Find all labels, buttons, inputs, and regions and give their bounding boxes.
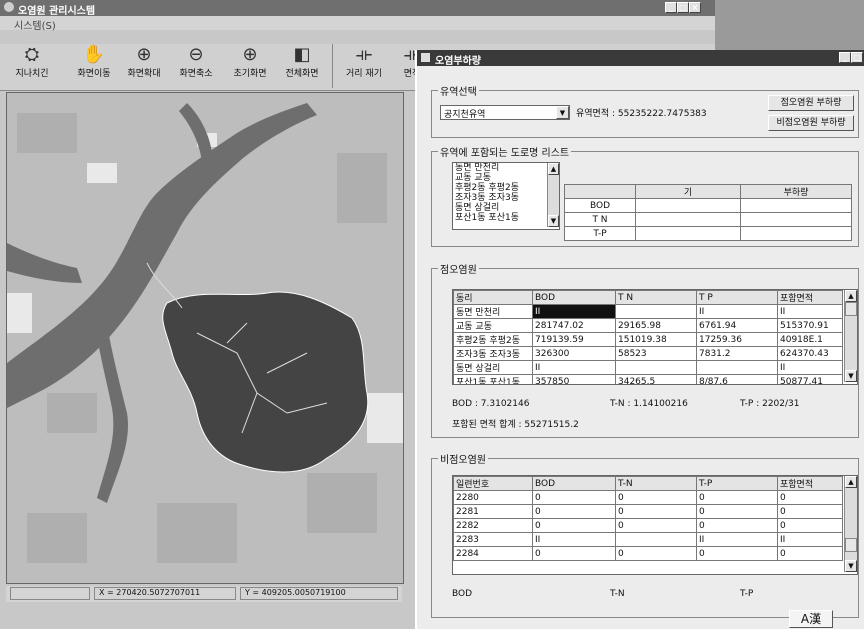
scroll-thumb[interactable] bbox=[845, 302, 857, 316]
hand-icon: ✋ bbox=[82, 44, 106, 65]
scroll-down-icon[interactable]: ▼ bbox=[845, 560, 857, 572]
nonpoint-tp: T-P bbox=[740, 589, 754, 599]
tool-initial-view[interactable]: ⊕ 초기화면 bbox=[226, 44, 274, 79]
table-row: BOD bbox=[564, 198, 852, 213]
nonpoint-grid-scrollbar[interactable]: ▲ ▼ bbox=[844, 476, 857, 572]
table-row[interactable]: 2282 0 0 0 0 bbox=[453, 518, 843, 533]
full-extent-icon: ◧ bbox=[293, 44, 311, 65]
main-title-bar: 오염원 관리시스템 _ □ × bbox=[0, 0, 715, 17]
status-y: Y = 409205.0050719100 bbox=[240, 587, 398, 600]
list-item[interactable]: 동면 상걸리 bbox=[453, 203, 559, 213]
dialog-title-bar: 오염부하량 _ □ bbox=[417, 50, 864, 67]
list-item[interactable]: 교동 교동 bbox=[453, 173, 559, 183]
point-sum-tn: T-N : 1.14100216 bbox=[610, 399, 688, 409]
main-title: 오염원 관리시스템 bbox=[18, 6, 96, 17]
scroll-up-icon[interactable]: ▲ bbox=[548, 163, 559, 175]
nonpoint-load-button[interactable]: 비점오염원 부하량 bbox=[768, 115, 854, 131]
nonpoint-source-group: 비점오염원 일련번호 BOD T-N T-P 포함면적 2280 0 0 0 0 228… bbox=[431, 451, 859, 618]
scroll-up-icon[interactable]: ▲ bbox=[845, 476, 857, 488]
ime-indicator[interactable]: A漢 bbox=[789, 610, 833, 628]
table-row[interactable]: 2283 II II II bbox=[453, 532, 843, 547]
tool-pan[interactable]: ✋ 화면이동 bbox=[70, 44, 118, 79]
tool-zoom-out[interactable]: ⊖ 화면축소 bbox=[172, 44, 220, 79]
point-load-button[interactable]: 점오염원 부하량 bbox=[768, 95, 854, 111]
map-canvas bbox=[7, 93, 403, 583]
toolbar-separator bbox=[332, 44, 333, 88]
chevron-down-icon[interactable]: ▼ bbox=[556, 106, 569, 119]
close-icon[interactable]: × bbox=[689, 2, 701, 13]
table-row[interactable]: 교동 교동 281747.02 29165.98 6761.94 515370.91 bbox=[453, 318, 843, 333]
tool-measure[interactable]: ⟛ 거리 재기 bbox=[340, 44, 388, 79]
minimize-icon[interactable]: _ bbox=[839, 52, 851, 63]
table-row[interactable]: 동면 상걸리 II II bbox=[453, 360, 843, 375]
list-item[interactable]: 조자3동 조자3동 bbox=[453, 193, 559, 203]
zoom-reset-icon: ⊕ bbox=[242, 44, 258, 65]
point-sum-bod: BOD : 7.3102146 bbox=[452, 399, 530, 409]
watershed-group: 유역선택 공지천유역 ▼ 유역면적 : 55235222.7475383 점오염… bbox=[431, 83, 859, 138]
maximize-icon[interactable]: □ bbox=[851, 52, 863, 63]
desktop-background bbox=[715, 0, 864, 50]
nonpoint-source-label: 비점오염원 bbox=[438, 451, 488, 466]
map-view[interactable] bbox=[6, 92, 404, 584]
table-row[interactable]: 동면 만천리 II II II bbox=[453, 304, 843, 319]
list-item[interactable]: 후평2동 후평2동 bbox=[453, 183, 559, 193]
point-source-group: 점오염원 동리 BOD T N T P 포함면적 동면 만천리 II II II 교동… bbox=[431, 261, 859, 438]
point-source-label: 점오염원 bbox=[438, 261, 479, 276]
point-grid-scrollbar[interactable]: ▲ ▼ bbox=[844, 290, 857, 382]
list-scrollbar[interactable]: ▲ ▼ bbox=[547, 163, 559, 227]
menu-system[interactable]: 시스템(S) bbox=[14, 17, 56, 32]
point-source-grid[interactable]: 동리 BOD T N T P 포함면적 동면 만천리 II II II 교동 교동 28… bbox=[452, 289, 858, 385]
window-controls: _ □ × bbox=[665, 2, 701, 13]
tool-zoom-in[interactable]: ⊕ 화면확대 bbox=[120, 44, 168, 79]
scroll-up-icon[interactable]: ▲ bbox=[845, 290, 857, 302]
pollution-load-dialog: 오염부하량 _ □ 유역선택 공지천유역 ▼ 유역면적 : 55235222.74… bbox=[415, 50, 864, 629]
table-row[interactable]: 2284 0 0 0 0 bbox=[453, 546, 843, 561]
district-group-label: 유역에 포함되는 도로명 리스트 bbox=[438, 144, 572, 159]
table-row[interactable]: 조자3동 조자3동 326300 58523 7831.2 624370.43 bbox=[453, 346, 843, 361]
status-x: X = 270420.5072707011 bbox=[94, 587, 236, 600]
scroll-down-icon[interactable]: ▼ bbox=[548, 215, 559, 227]
nonpoint-bod: BOD bbox=[452, 589, 473, 599]
status-bar: X = 270420.5072707011 Y = 409205.0050719… bbox=[6, 586, 402, 602]
app-icon bbox=[4, 2, 14, 12]
district-group: 유역에 포함되는 도로명 리스트 동면 만천리 교동 교동 후평2동 후평2동 … bbox=[431, 144, 859, 247]
zoom-in-icon: ⊕ bbox=[136, 44, 152, 65]
scroll-down-icon[interactable]: ▼ bbox=[845, 370, 857, 382]
point-sum-tp: T-P : 2202/31 bbox=[740, 399, 800, 409]
district-load-table: 기 부하량 BOD T N T-P bbox=[564, 184, 852, 241]
table-row[interactable]: 포산1동 포산1동 357850 34265.5 8/87.6 50877.41 bbox=[453, 374, 843, 384]
table-row[interactable]: 2280 0 0 0 0 bbox=[453, 490, 843, 505]
tool-globe[interactable]: ⛭ 지나치긴 bbox=[8, 44, 56, 79]
list-item[interactable]: 포산1동 포산1동 bbox=[453, 213, 559, 223]
watershed-select[interactable]: 공지천유역 ▼ bbox=[440, 105, 570, 120]
dialog-controls: _ □ bbox=[839, 52, 863, 63]
globe-icon: ⛭ bbox=[24, 44, 40, 65]
menu-bar: 시스템(S) bbox=[0, 16, 715, 32]
scroll-thumb[interactable] bbox=[845, 538, 857, 552]
dialog-title: 오염부하량 bbox=[435, 56, 481, 67]
table-row: T N bbox=[564, 212, 852, 227]
tool-full-extent[interactable]: ◧ 전체화면 bbox=[278, 44, 326, 79]
list-item[interactable]: 동면 만천리 bbox=[453, 163, 559, 173]
nonpoint-source-grid[interactable]: 일련번호 BOD T-N T-P 포함면적 2280 0 0 0 0 2281 0 0 0 0 … bbox=[452, 475, 858, 575]
table-row: T-P bbox=[564, 226, 852, 241]
watershed-area: 유역면적 : 55235222.7475383 bbox=[576, 109, 707, 119]
measure-icon: ⟛ bbox=[355, 44, 373, 65]
table-row[interactable]: 후평2동 후평2동 719139.59 151019.38 17259.36 40918… bbox=[453, 332, 843, 347]
district-list[interactable]: 동면 만천리 교동 교동 후평2동 후평2동 조자3동 조자3동 동면 상걸리 … bbox=[452, 162, 560, 230]
point-area-sum: 포함된 면적 합계 : 55271515.2 bbox=[452, 420, 579, 430]
dialog-icon bbox=[421, 53, 430, 62]
zoom-out-icon: ⊖ bbox=[188, 44, 204, 65]
table-row[interactable]: 2281 0 0 0 0 bbox=[453, 504, 843, 519]
maximize-icon[interactable]: □ bbox=[677, 2, 689, 13]
watershed-group-label: 유역선택 bbox=[438, 83, 479, 98]
minimize-icon[interactable]: _ bbox=[665, 2, 677, 13]
nonpoint-tn: T-N bbox=[610, 589, 625, 599]
status-pane-blank bbox=[10, 587, 90, 600]
